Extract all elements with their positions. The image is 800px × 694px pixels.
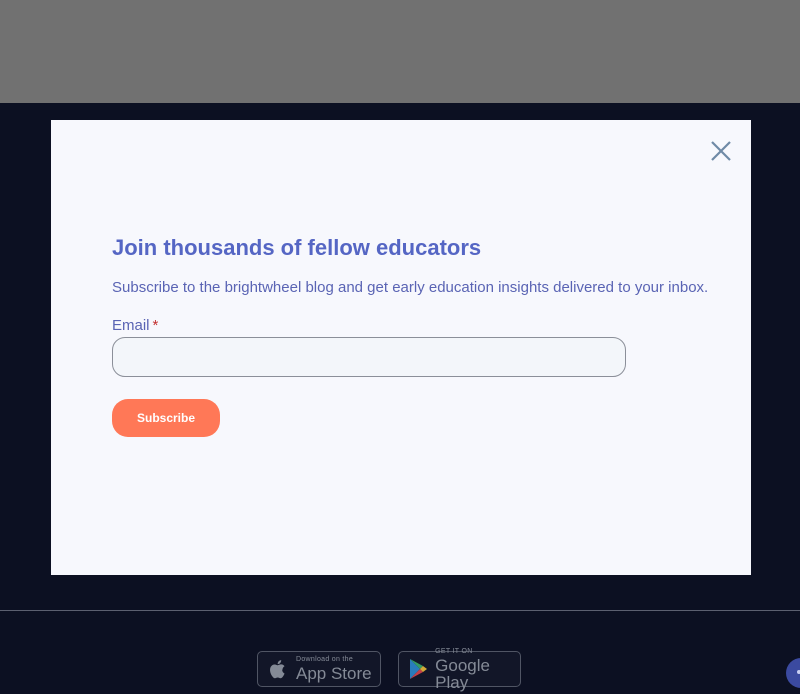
google-play-big-text: Google Play [435,655,490,692]
subscribe-button[interactable]: Subscribe [112,399,220,437]
apple-icon [267,658,289,680]
app-store-small-text: Download on the [296,656,354,663]
app-store-big-text: App Store [296,664,372,683]
close-button[interactable] [708,138,734,164]
footer-divider [0,610,800,611]
chat-launcher-button[interactable] [786,658,800,688]
close-icon [711,141,731,161]
google-play-badge[interactable]: GET IT ON Google Play [398,647,521,691]
app-store-badge[interactable]: Download on the App Store [257,651,381,687]
modal-subtitle: Subscribe to the brightwheel blog and ge… [112,279,709,296]
page-overlay-band [0,0,800,103]
required-marker: * [152,317,159,334]
email-field[interactable] [112,337,626,377]
google-play-small-text: GET IT ON [435,647,473,655]
google-play-icon [408,658,428,680]
email-label-text: Email [112,317,150,334]
subscribe-modal: Join thousands of fellow educators Subsc… [51,120,751,575]
email-label: Email * [112,317,158,334]
modal-title: Join thousands of fellow educators [112,235,482,260]
